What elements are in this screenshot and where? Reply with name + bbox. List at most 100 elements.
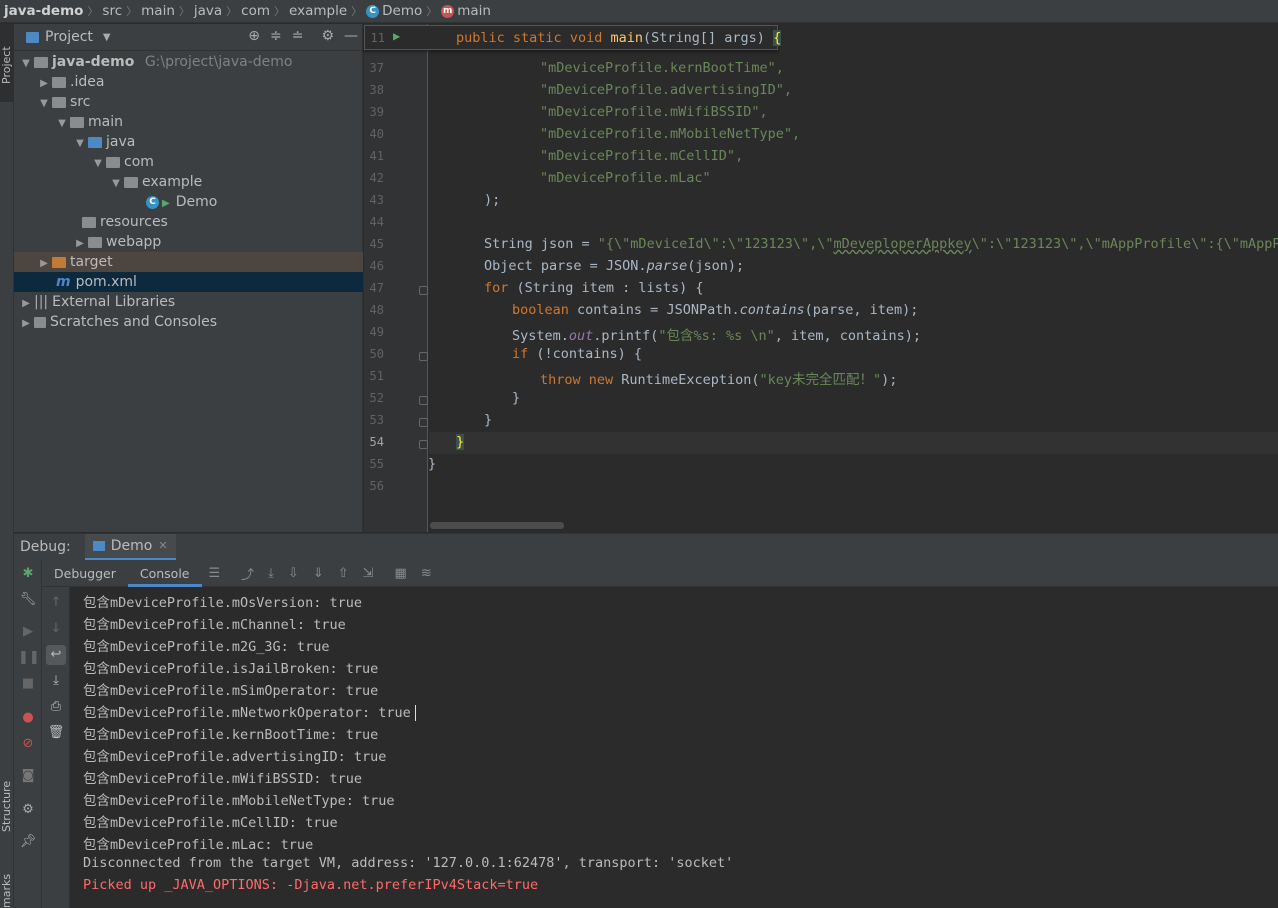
collapse-all-icon[interactable]: ≐ [292,28,304,44]
expand-all-icon[interactable]: ≑ [270,28,282,44]
line-number: 53 [369,413,384,427]
console-line-disconnected: Disconnected from the target VM, address… [83,855,734,871]
source-folder-icon [88,136,102,148]
horizontal-scrollbar[interactable] [430,522,564,529]
tree-item-idea[interactable]: ▶ .idea [14,72,363,92]
breadcrumb-main[interactable]: main [141,3,175,19]
up-arrow-icon[interactable]: ↑ [46,593,66,613]
tree-item-label: .idea [70,74,105,90]
tree-item-scratches[interactable]: ▶ Scratches and Consoles [14,312,363,332]
line-number: 55 [369,457,384,471]
view-breakpoints-icon[interactable]: ● [18,708,38,728]
menu-icon[interactable]: ☰ [209,566,221,581]
tree-item-com[interactable]: ▼ com [14,152,363,172]
sticky-line-header[interactable]: 11 ▶ public static void main(String[] ar… [364,25,782,50]
code-editor[interactable]: 37 38 39 40 41 42 43 44 45 46 47 48 49 5… [364,24,1278,532]
code-line: for (String item : lists) { [484,280,704,296]
bookmarks-tool-tab-label: marks [0,873,13,908]
wrench-icon[interactable]: 🔧︎ [18,590,38,610]
down-arrow-icon[interactable]: ↓ [46,619,66,639]
force-step-into-icon[interactable]: ⇓ [313,566,324,581]
fold-marker-icon[interactable] [419,440,428,449]
code-line: "mDeviceProfile.advertisingID", [540,82,792,98]
breadcrumb-project[interactable]: java-demo [4,3,83,19]
code-line: boolean contains = JSONPath.contains(par… [512,302,919,318]
method-icon: m [441,4,455,18]
tab-console[interactable]: Console [127,560,202,587]
maven-icon: m [56,274,71,290]
tree-item-webapp[interactable]: ▶ webapp [14,232,363,252]
print-icon[interactable]: ⎙ [46,697,66,717]
tree-item-label: example [142,174,203,190]
breadcrumb-example[interactable]: example [289,3,347,19]
pause-icon[interactable]: ❚❚ [18,648,40,668]
step-into-icon[interactable]: ⇩ [288,566,299,581]
console-line: 包含mDeviceProfile.kernBootTime: true [83,727,379,743]
breadcrumb-com[interactable]: com [241,3,270,19]
structure-tool-tab[interactable]: Structure [0,764,14,834]
stop-icon[interactable]: ■ [18,674,38,694]
left-tool-strip: Project Structure marks [0,24,14,908]
breadcrumb-demo[interactable]: Demo [382,3,422,19]
breadcrumb-java[interactable]: java [194,3,222,19]
soft-wrap-icon[interactable]: ↩ [46,645,66,665]
console-line: 包含mDeviceProfile.mWifiBSSID: true [83,771,362,787]
hide-icon[interactable]: — [344,28,358,44]
gear-icon[interactable]: ⚙ [321,28,334,44]
tree-item-resources[interactable]: resources [14,212,363,232]
project-tool-tab[interactable]: Project [0,24,14,102]
resume-icon[interactable]: ▶ [18,622,38,642]
mute-breakpoints-icon[interactable]: ⊘ [18,734,38,754]
code-line-current: } [456,434,465,450]
run-gutter-icon[interactable]: ▶ [393,29,400,43]
line-number: 46 [369,259,384,273]
step-over-icon[interactable]: ⤓ [268,566,274,581]
tab-debugger[interactable]: Debugger [42,560,128,587]
step-out-icon[interactable]: ⇧ [338,566,349,581]
tree-item-label: webapp [106,234,162,250]
tree-item-target[interactable]: ▶ target [14,252,363,272]
tree-item-java[interactable]: ▼ java [14,132,363,152]
fold-marker-icon[interactable] [419,396,428,405]
camera-icon[interactable]: ◙ [18,766,38,786]
trace-icon[interactable]: ≋ [421,566,432,581]
pin-icon[interactable]: 📌︎ [18,832,38,852]
settings-icon[interactable]: ⚙ [18,800,38,820]
tree-item-java-demo[interactable]: ▼ java-demo G:\project\java-demo [14,52,363,72]
tree-item-example[interactable]: ▼ example [14,172,363,192]
breadcrumb-src[interactable]: src [102,3,122,19]
tree-item-external-libraries[interactable]: ▶ ||| External Libraries [14,292,363,312]
trash-icon[interactable]: 🗑︎ [46,723,66,743]
show-execution-point-icon[interactable]: ⤴ [241,564,254,583]
locate-icon[interactable]: ⊕ [248,28,260,44]
project-view-selector[interactable]: Project [45,29,93,45]
code-line: if (!contains) { [512,346,643,362]
tree-item-main[interactable]: ▼ main [14,112,363,132]
expanded-arrow-icon: ▼ [58,118,66,129]
code-line: "mDeviceProfile.mWifiBSSID", [540,104,768,120]
line-number: 51 [369,369,384,383]
collapsed-arrow-icon: ▶ [40,78,48,89]
close-icon[interactable]: ✕ [158,539,167,552]
line-number: 47 [369,281,384,295]
tree-item-src[interactable]: ▼ src [14,92,363,112]
console-output[interactable]: 包含mDeviceProfile.mOsVersion: true 包含mDev… [70,587,1278,908]
tree-item-label: pom.xml [75,274,137,290]
bookmarks-tool-tab[interactable]: marks [0,864,14,908]
web-folder-icon [88,236,102,248]
debug-session-tab[interactable]: Demo ✕ [84,533,176,561]
breadcrumb-method-main[interactable]: main [457,3,491,19]
evaluate-expression-icon[interactable]: ▦ [395,566,407,581]
tree-item-pom[interactable]: m pom.xml [14,272,363,292]
current-line-highlight [429,432,1278,454]
fold-marker-icon[interactable] [419,286,428,295]
rerun-debug-icon[interactable]: ✱ [18,564,38,584]
fold-marker-icon[interactable] [419,352,428,361]
scroll-to-end-icon[interactable]: ⤓ [46,671,66,691]
code-line: throw new RuntimeException("key未完全匹配！"); [540,372,898,388]
dropdown-icon[interactable]: ▼ [103,32,111,43]
line-number: 39 [369,105,384,119]
fold-marker-icon[interactable] [419,418,428,427]
tree-item-demo[interactable]: C ▶ Demo [14,192,363,212]
run-to-cursor-icon[interactable]: ⇲ [363,566,374,581]
